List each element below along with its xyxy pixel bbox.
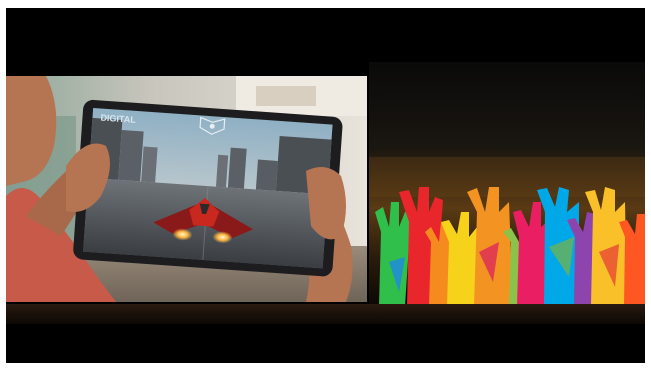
raised-hands-artwork xyxy=(369,62,645,306)
tablet-photo: DIGITAL xyxy=(6,76,367,302)
floor-reflection xyxy=(6,304,645,324)
video-frame: DIGITAL xyxy=(6,8,645,363)
